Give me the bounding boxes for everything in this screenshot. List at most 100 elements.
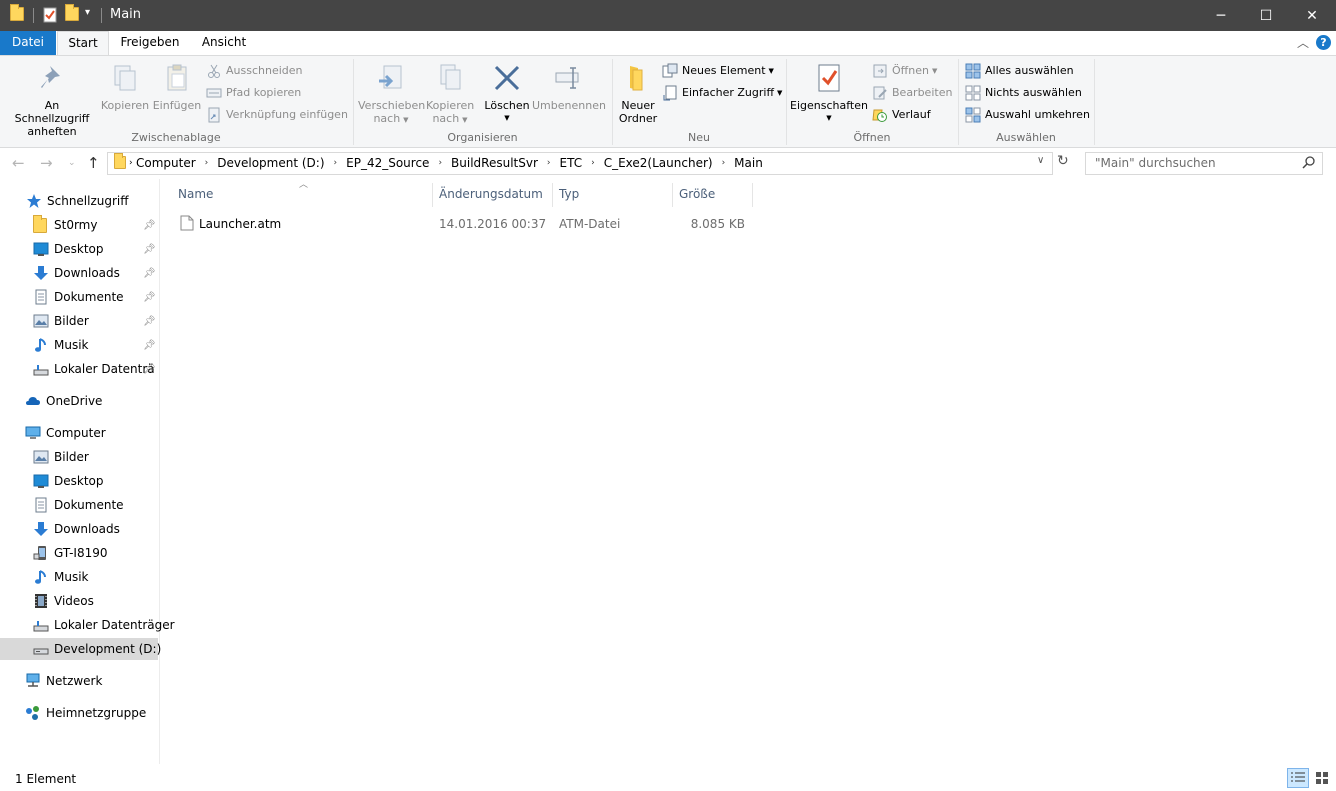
select-all-button[interactable]: Alles auswählen xyxy=(965,61,1074,81)
new-folder-icon[interactable] xyxy=(65,4,81,23)
address-bar[interactable]: › Computer › Development (D:) › EP_42_Sour… xyxy=(107,152,1053,175)
back-arrow-icon[interactable]: ← xyxy=(12,154,25,172)
breadcrumb-chevron-icon[interactable]: › xyxy=(438,156,442,171)
sidebar-item-lokaler-datentraeger-quick[interactable]: Lokaler Datenträ 📌︎ xyxy=(0,358,158,380)
breadcrumb-c-exe2[interactable]: C_Exe2(Launcher) xyxy=(604,156,713,171)
group-label-organisieren: Organisieren xyxy=(447,131,518,144)
move-to-button[interactable]: Verschieben nach ▼ xyxy=(358,62,425,127)
tab-datei[interactable]: Datei xyxy=(0,31,56,55)
search-icon[interactable] xyxy=(1302,155,1316,169)
close-button[interactable]: ✕ xyxy=(1289,0,1335,31)
large-icons-view-icon[interactable] xyxy=(1312,768,1332,788)
pin-icon[interactable]: 📌︎ xyxy=(143,340,156,351)
sidebar-item-desktop[interactable]: Desktop xyxy=(0,470,158,492)
invert-selection-button[interactable]: Auswahl umkehren xyxy=(965,105,1090,125)
column-header-size[interactable]: Größe xyxy=(679,187,715,201)
pin-icon[interactable]: 📌︎ xyxy=(143,220,156,231)
sidebar-item-heimnetzgruppe[interactable]: Heimnetzgruppe xyxy=(0,702,158,724)
select-none-button[interactable]: Nichts auswählen xyxy=(965,83,1082,103)
column-header-date[interactable]: Änderungsdatum xyxy=(439,187,543,201)
sidebar-item-downloads-quick[interactable]: Downloads 📌︎ xyxy=(0,262,158,284)
column-divider[interactable] xyxy=(752,183,753,207)
open-button[interactable]: Öffnen ▼ xyxy=(872,61,937,81)
breadcrumb-main[interactable]: Main xyxy=(734,156,763,171)
column-divider[interactable] xyxy=(672,183,673,207)
properties-dropdown-icon[interactable]: ▼ xyxy=(790,112,868,125)
breadcrumb-chevron-icon[interactable]: › xyxy=(205,156,209,171)
easy-access-button[interactable]: Einfacher Zugriff ▼ xyxy=(662,83,782,103)
sidebar-item-st0rmy[interactable]: St0rmy 📌︎ xyxy=(0,214,158,236)
column-divider[interactable] xyxy=(552,183,553,207)
history-button[interactable]: Verlauf xyxy=(872,105,931,125)
cut-button[interactable]: Ausschneiden xyxy=(206,61,303,81)
breadcrumb-computer[interactable]: Computer xyxy=(136,156,196,171)
tab-freigeben[interactable]: Freigeben xyxy=(112,31,188,55)
minimize-button[interactable]: ─ xyxy=(1198,0,1244,31)
pin-icon[interactable]: 📌︎ xyxy=(143,244,156,255)
column-header-type[interactable]: Typ xyxy=(559,187,579,201)
breadcrumb-etc[interactable]: ETC xyxy=(560,156,583,171)
search-input[interactable]: "Main" durchsuchen xyxy=(1085,152,1323,175)
rename-label: Umbenennen xyxy=(532,99,606,112)
copy-path-button[interactable]: Pfad kopieren xyxy=(206,83,301,103)
forward-arrow-icon[interactable]: → xyxy=(40,154,53,172)
rename-button[interactable]: Umbenennen xyxy=(532,62,606,112)
pin-icon[interactable]: 📌︎ xyxy=(143,364,156,375)
column-divider[interactable] xyxy=(432,183,433,207)
sidebar-item-computer[interactable]: Computer xyxy=(0,422,158,444)
breadcrumb-chevron-icon[interactable]: › xyxy=(547,156,551,171)
collapse-ribbon-chevron-icon[interactable]: ︿ xyxy=(1297,34,1309,51)
pin-quick-access-button[interactable]: An Schnellzugriff anheften xyxy=(6,62,98,138)
breadcrumb-development[interactable]: Development (D:) xyxy=(217,156,324,171)
delete-button[interactable]: Löschen ▼ xyxy=(484,62,530,125)
tab-start[interactable]: Start xyxy=(57,31,109,56)
copy-to-button[interactable]: Kopieren nach ▼ xyxy=(426,62,474,127)
address-history-dropdown-icon[interactable]: ∨ xyxy=(1037,155,1044,166)
sidebar-item-onedrive[interactable]: OneDrive xyxy=(0,390,158,412)
breadcrumb-chevron-icon[interactable]: › xyxy=(334,156,338,171)
breadcrumb-buildresultsvr[interactable]: BuildResultSvr xyxy=(451,156,538,171)
sidebar-item-musik-quick[interactable]: Musik 📌︎ xyxy=(0,334,158,356)
tab-ansicht[interactable]: Ansicht xyxy=(192,31,256,55)
edit-button[interactable]: Bearbeiten xyxy=(872,83,952,103)
sidebar-item-schnellzugriff[interactable]: Schnellzugriff xyxy=(0,190,158,212)
copy-button[interactable]: Kopieren xyxy=(100,62,150,112)
sidebar-item-label: Netzwerk xyxy=(46,674,103,688)
maximize-button[interactable]: ☐ xyxy=(1243,0,1289,31)
paste-button[interactable]: Einfügen xyxy=(152,62,202,112)
refresh-icon[interactable]: ↻ xyxy=(1057,153,1069,169)
sidebar-item-bilder-quick[interactable]: Bilder 📌︎ xyxy=(0,310,158,332)
paste-shortcut-button[interactable]: Verknüpfung einfügen xyxy=(206,105,348,125)
sidebar-item-lokaler-datentraeger[interactable]: Lokaler Datenträger xyxy=(0,614,175,636)
breadcrumb-chevron-icon[interactable]: › xyxy=(722,156,726,171)
pin-icon[interactable]: 📌︎ xyxy=(143,268,156,279)
column-header-name[interactable]: Name xyxy=(178,187,213,201)
properties-button[interactable]: Eigenschaften ▼ xyxy=(790,62,868,125)
sidebar-item-bilder[interactable]: Bilder xyxy=(0,446,158,468)
properties-check-icon[interactable] xyxy=(42,7,58,23)
sidebar-item-downloads[interactable]: Downloads xyxy=(0,518,158,540)
breadcrumb-chevron-icon[interactable]: › xyxy=(591,156,595,171)
file-name[interactable]: Launcher.atm xyxy=(199,217,281,231)
help-icon[interactable]: ? xyxy=(1316,35,1331,50)
sidebar-item-musik[interactable]: Musik xyxy=(0,566,158,588)
details-view-icon[interactable] xyxy=(1287,768,1309,788)
new-item-button[interactable]: Neues Element ▼ xyxy=(662,61,774,81)
customize-quick-access-icon[interactable]: ▾ xyxy=(85,7,101,23)
new-folder-button[interactable]: Neuer Ordner xyxy=(617,62,659,125)
sidebar-item-netzwerk[interactable]: Netzwerk xyxy=(0,670,158,692)
delete-dropdown-icon[interactable]: ▼ xyxy=(484,112,530,125)
cloud-icon xyxy=(25,393,41,409)
sidebar-item-dokumente[interactable]: Dokumente xyxy=(0,494,158,516)
sidebar-item-dokumente-quick[interactable]: Dokumente 📌︎ xyxy=(0,286,158,308)
sidebar-item-gt-i8190[interactable]: GT-I8190 xyxy=(0,542,158,564)
recent-locations-chevron-icon[interactable]: ⌄ xyxy=(68,158,76,168)
pin-icon[interactable]: 📌︎ xyxy=(143,292,156,303)
breadcrumb-ep42-source[interactable]: EP_42_Source xyxy=(346,156,429,171)
sidebar-item-videos[interactable]: Videos xyxy=(0,590,158,612)
up-arrow-icon[interactable]: ↑ xyxy=(87,154,100,172)
breadcrumb-root-chevron-icon[interactable]: › xyxy=(129,156,133,171)
sidebar-item-desktop-quick[interactable]: Desktop 📌︎ xyxy=(0,238,158,260)
pin-icon[interactable]: 📌︎ xyxy=(143,316,156,327)
sidebar-item-development-d[interactable]: Development (D:) xyxy=(0,638,161,660)
